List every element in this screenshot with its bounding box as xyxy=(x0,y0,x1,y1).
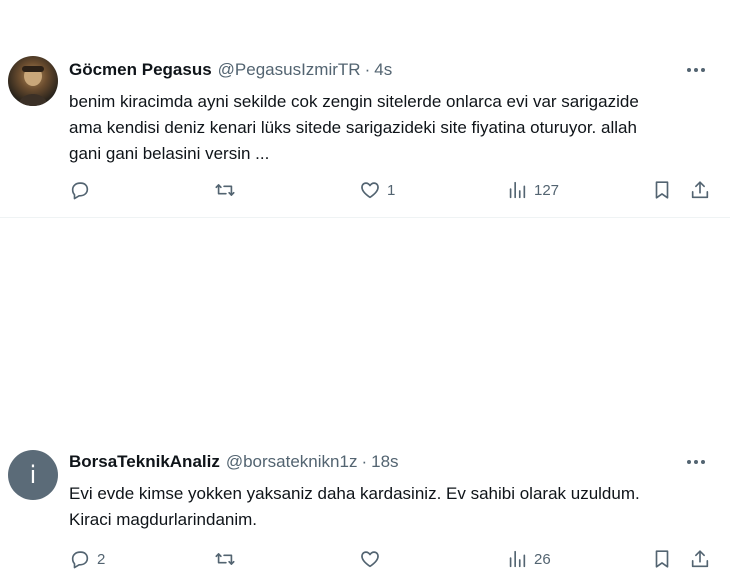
action-bar: 1 127 xyxy=(0,178,730,202)
timestamp[interactable]: 4s xyxy=(374,60,392,80)
tweet-header: Göcmen Pegasus @PegasusIzmirTR · 4s xyxy=(69,58,706,82)
share-icon xyxy=(691,550,709,568)
retweet-icon xyxy=(215,553,235,565)
bookmark-button[interactable] xyxy=(651,178,673,202)
action-bar: 2 26 xyxy=(0,547,730,571)
avatar-letter: i xyxy=(29,461,37,489)
user-handle[interactable]: @PegasusIzmirTR xyxy=(218,60,361,80)
reply-button[interactable]: 2 xyxy=(69,547,105,571)
tweet[interactable]: Göcmen Pegasus @PegasusIzmirTR · 4s beni… xyxy=(0,0,730,217)
views-icon xyxy=(509,181,526,199)
user-photo-icon xyxy=(18,66,48,106)
tweet-text-line: Kiraci magdurlarindanim. xyxy=(69,510,258,529)
avatar[interactable] xyxy=(8,56,58,106)
display-name[interactable]: BorsaTeknikAnaliz xyxy=(69,452,220,472)
more-button[interactable] xyxy=(684,58,708,82)
heart-icon xyxy=(361,551,379,568)
tweet-text-line: ama kendisi deniz kenari lüks sitede sar… xyxy=(69,118,637,137)
like-count: 1 xyxy=(387,181,396,199)
retweet-button[interactable] xyxy=(214,178,242,202)
retweet-icon xyxy=(215,184,235,196)
like-button[interactable] xyxy=(359,547,387,571)
avatar[interactable]: i xyxy=(8,450,58,500)
reply-icon xyxy=(71,182,89,200)
tweet-text: benim kiracimda ayni sekilde cok zengin … xyxy=(69,89,719,167)
tweet-text-line: benim kiracimda ayni sekilde cok zengin … xyxy=(69,92,639,111)
bookmark-icon xyxy=(655,181,669,199)
user-handle[interactable]: @borsateknikn1z xyxy=(226,452,358,472)
heart-icon xyxy=(361,182,379,199)
tweet-header: BorsaTeknikAnaliz @borsateknikn1z · 18s xyxy=(69,450,706,474)
reply-icon xyxy=(71,551,89,569)
share-button[interactable] xyxy=(689,178,711,202)
retweet-button[interactable] xyxy=(214,547,242,571)
separator: · xyxy=(364,60,371,79)
views-button[interactable]: 127 xyxy=(506,178,559,202)
views-count: 26 xyxy=(534,550,551,568)
like-button[interactable]: 1 xyxy=(359,178,395,202)
separator: · xyxy=(361,452,368,471)
share-button[interactable] xyxy=(689,547,711,571)
bookmark-button[interactable] xyxy=(651,547,673,571)
share-icon xyxy=(691,181,709,199)
tweet-text: Evi evde kimse yokken yaksaniz daha kard… xyxy=(69,481,719,533)
tweet[interactable]: i BorsaTeknikAnaliz @borsateknikn1z · 18… xyxy=(0,217,730,569)
tweet-text-line: Evi evde kimse yokken yaksaniz daha kard… xyxy=(69,484,640,503)
more-dots-icon xyxy=(687,68,705,72)
views-button[interactable]: 26 xyxy=(506,547,551,571)
views-count: 127 xyxy=(534,181,560,199)
display-name[interactable]: Göcmen Pegasus xyxy=(69,60,212,80)
bookmark-icon xyxy=(655,550,669,568)
views-icon xyxy=(509,550,526,568)
tweet-text-line: gani gani belasini versin ... xyxy=(69,144,270,163)
more-dots-icon xyxy=(687,460,705,464)
reply-button[interactable] xyxy=(69,178,97,202)
more-button[interactable] xyxy=(684,450,708,474)
timestamp[interactable]: 18s xyxy=(371,452,398,472)
reply-count: 2 xyxy=(97,550,106,568)
